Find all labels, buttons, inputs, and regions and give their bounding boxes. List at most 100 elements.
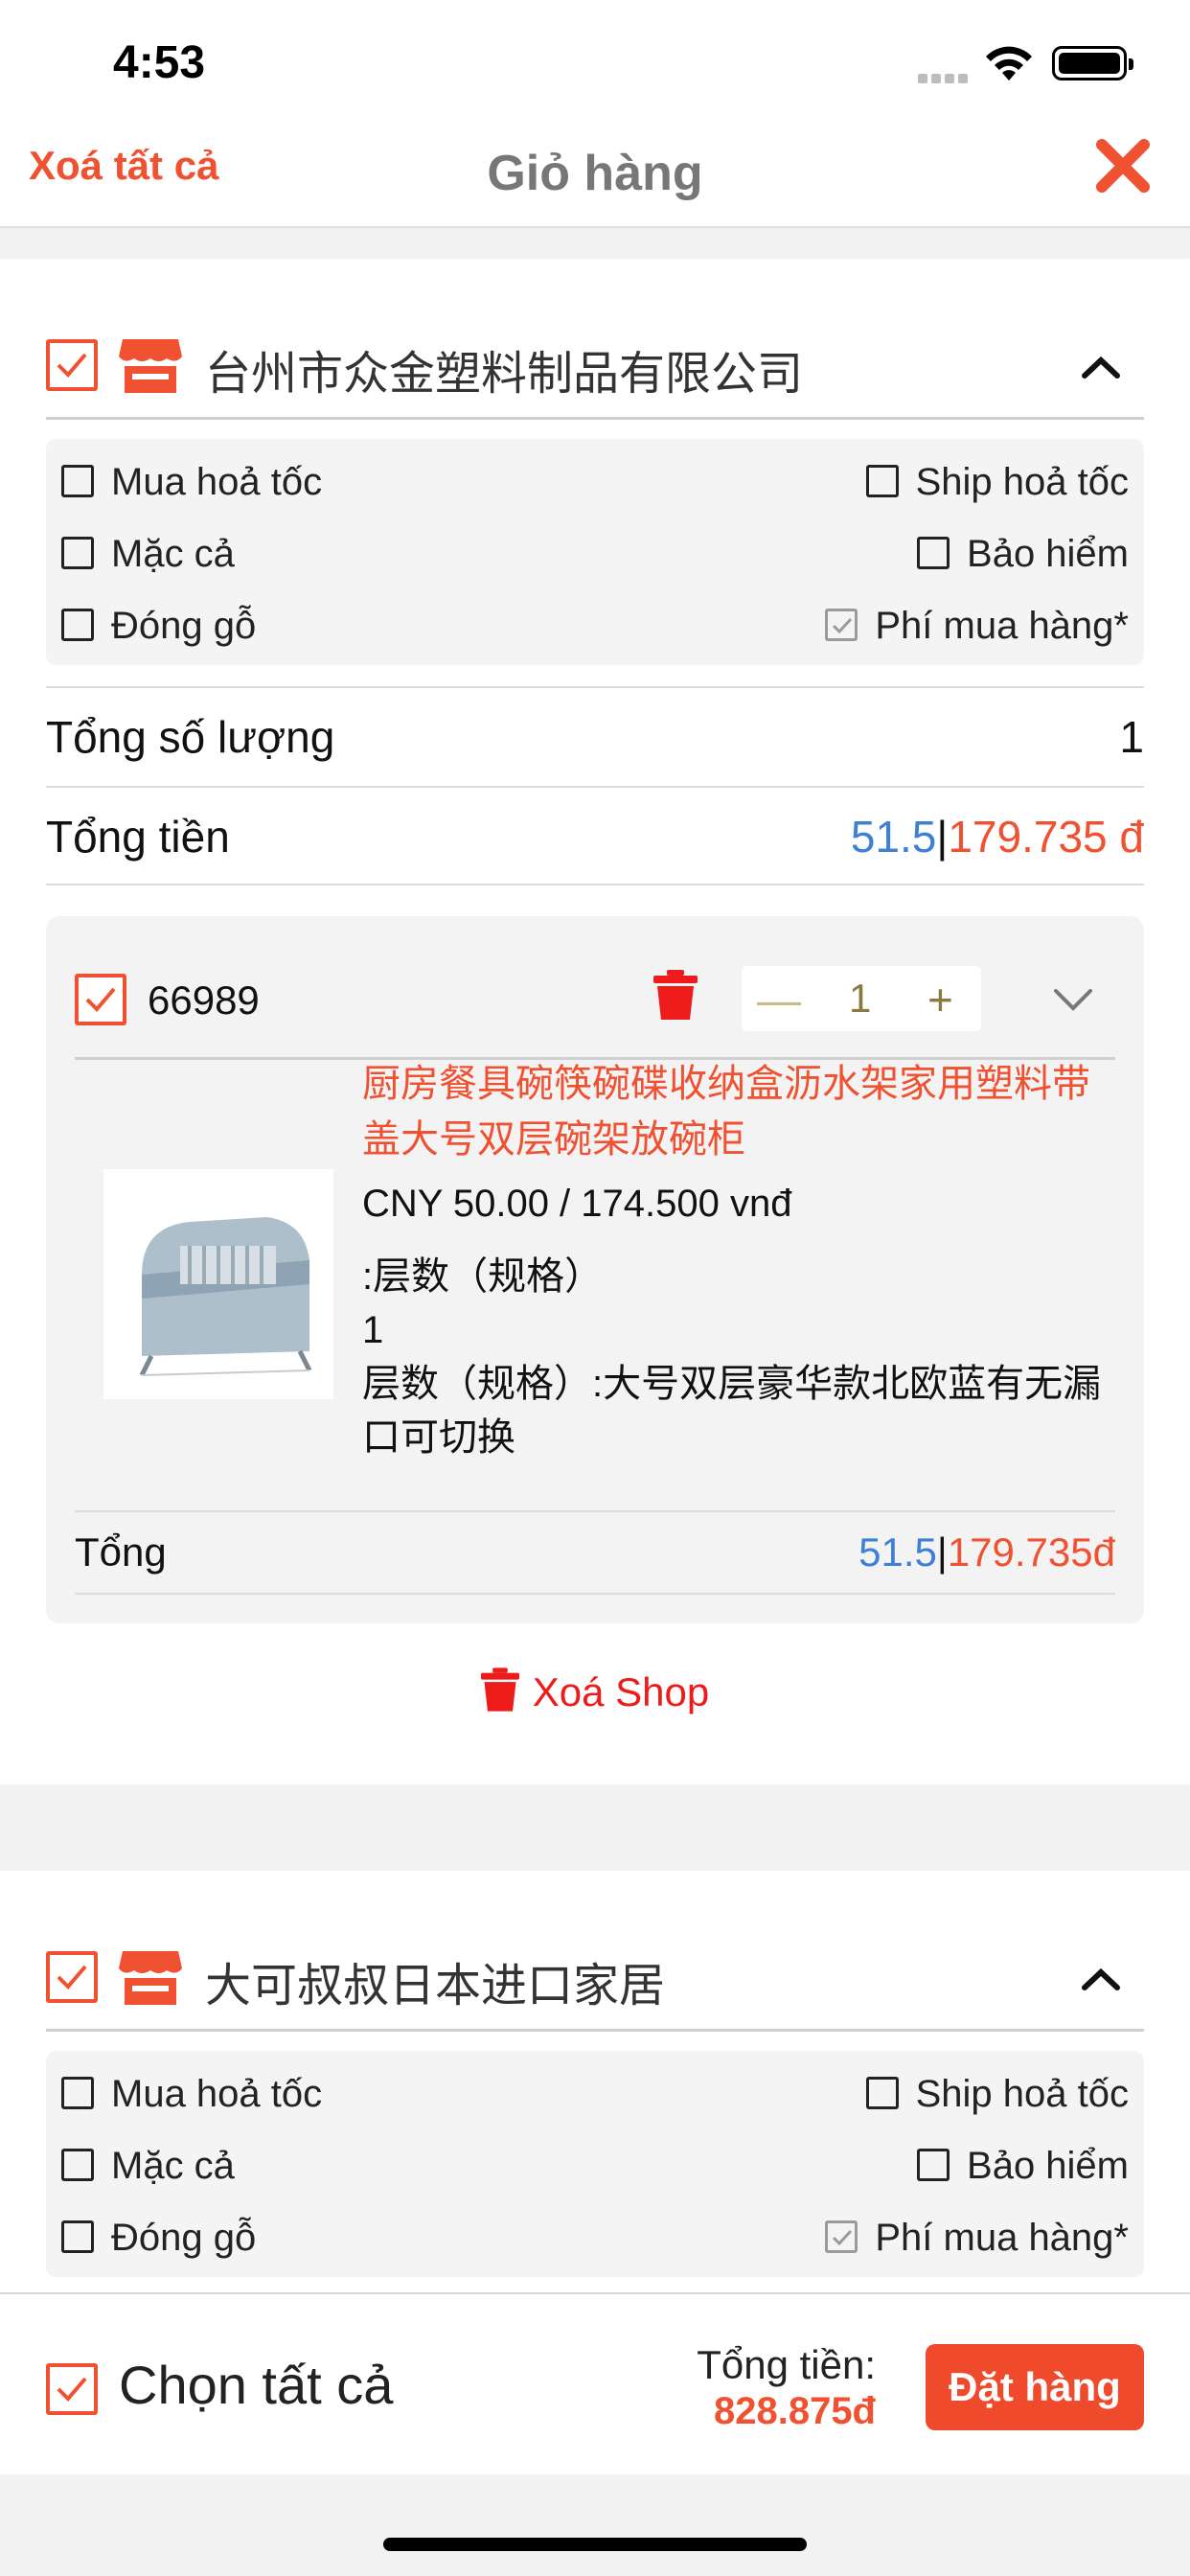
checkbox-icon[interactable]: [61, 2220, 94, 2254]
shop-checkbox[interactable]: [46, 339, 98, 391]
option-label: Phí mua hàng*: [875, 605, 1129, 647]
option-label: Mặc cả: [111, 2145, 235, 2187]
product-price: CNY 50.00 / 174.500 vnđ: [362, 1183, 792, 1225]
status-time: 4:53: [113, 37, 206, 88]
option-bargain[interactable]: Mặc cả: [61, 2142, 235, 2190]
delete-shop-label: Xoá Shop: [532, 1669, 710, 1714]
product-total-row: Tổng 51.5|179.735đ: [75, 1510, 1115, 1595]
option-purchase-fee[interactable]: Phí mua hàng*: [825, 602, 1129, 650]
option-label: Phí mua hàng*: [875, 2217, 1129, 2259]
option-insurance[interactable]: Bảo hiểm: [917, 2142, 1129, 2190]
quantity-value: 1: [849, 976, 872, 1021]
shop-checkbox[interactable]: [46, 1951, 98, 2003]
minus-icon[interactable]: —: [757, 974, 801, 1025]
option-label: Ship hoả tốc: [915, 2073, 1129, 2115]
product-attributes: :层数（规格） 1 层数（规格）:大号双层豪华款北欧蓝有无漏口可切换: [362, 1250, 1119, 1464]
option-insurance[interactable]: Bảo hiểm: [917, 530, 1129, 578]
store-icon: [119, 339, 182, 393]
select-all-checkbox[interactable]: [46, 2363, 98, 2415]
product-checkbox[interactable]: [75, 974, 126, 1025]
checkbox-icon[interactable]: [865, 465, 899, 498]
battery-icon: [1052, 46, 1133, 80]
product-total-label: Tổng: [75, 1530, 167, 1575]
product-total-cny: 51.5: [858, 1530, 937, 1575]
grand-total-value: 828.875đ: [713, 2390, 876, 2432]
total-vnd: 179.735 đ: [948, 812, 1144, 862]
chevron-up-icon[interactable]: [1079, 1965, 1123, 1993]
status-bar: 4:53: [0, 0, 1190, 120]
total-money-value: 51.5|179.735 đ: [851, 811, 1144, 862]
option-label: Mặc cả: [111, 533, 235, 575]
attr-line: 1: [362, 1309, 384, 1351]
shop-options: Mua hoả tốc Ship hoả tốc Mặc cả Bảo hiểm…: [46, 439, 1144, 665]
product-image[interactable]: [103, 1169, 333, 1399]
plus-icon[interactable]: +: [927, 974, 953, 1025]
product-header: 66989 — 1 +: [75, 916, 1115, 1060]
option-fast-ship[interactable]: Ship hoả tốc: [865, 2070, 1129, 2118]
shop-card: 大可叔叔日本进口家居 Mua hoả tốc Ship hoả tốc Mặc …: [0, 1871, 1190, 2292]
checkbox-icon[interactable]: [917, 2149, 950, 2182]
delete-shop-button[interactable]: Xoá Shop: [0, 1668, 1190, 1717]
home-area: [0, 2474, 1190, 2576]
product-card: 66989 — 1 + 厨房餐具碗筷碗碟收纳盒沥水架家用塑料带盖大号双层碗架放碗…: [46, 916, 1144, 1623]
store-icon: [119, 1951, 182, 2005]
grand-total-label: Tổng tiền:: [697, 2342, 876, 2387]
checkout-bar: Chọn tất cả Tổng tiền: 828.875đ Đặt hàng: [0, 2292, 1190, 2474]
option-fast-buy[interactable]: Mua hoả tốc: [61, 2070, 322, 2118]
separator: |: [936, 812, 949, 862]
chevron-down-icon[interactable]: [1052, 987, 1094, 1012]
option-label: Ship hoả tốc: [915, 461, 1129, 503]
shop-card: 台州市众金塑料制品有限公司 Mua hoả tốc Ship hoả tốc M…: [0, 259, 1190, 1784]
option-wood-pack[interactable]: Đóng gỗ: [61, 602, 256, 650]
dish-rack-image: [103, 1169, 333, 1399]
shop-header: 台州市众金塑料制品有限公司: [46, 328, 1144, 420]
chevron-up-icon[interactable]: [1079, 353, 1123, 381]
option-label: Đóng gỗ: [111, 2217, 257, 2259]
checked-checkbox-icon[interactable]: [825, 609, 858, 642]
home-indicator[interactable]: [383, 2538, 807, 2551]
product-total-vnd: 179.735đ: [947, 1530, 1115, 1575]
quantity-stepper[interactable]: — 1 +: [742, 966, 981, 1031]
shop-name: 大可叔叔日本进口家居: [205, 1961, 666, 2012]
option-label: Bảo hiểm: [967, 2145, 1129, 2187]
checkbox-icon[interactable]: [61, 537, 94, 570]
total-money-row: Tổng tiền 51.5|179.735 đ: [46, 786, 1144, 886]
trash-icon[interactable]: [653, 970, 698, 1020]
product-id: 66989: [148, 978, 260, 1023]
option-label: Mua hoả tốc: [111, 2073, 323, 2115]
option-bargain[interactable]: Mặc cả: [61, 530, 235, 578]
attr-line: 层数（规格）:大号双层豪华款北欧蓝有无漏口可切换: [362, 1363, 1102, 1459]
checkbox-icon[interactable]: [917, 537, 950, 570]
checkbox-icon[interactable]: [61, 2077, 94, 2110]
total-quantity-label: Tổng số lượng: [46, 712, 335, 762]
separator: |: [936, 1530, 948, 1575]
shop-options: Mua hoả tốc Ship hoả tốc Mặc cả Bảo hiểm…: [46, 2051, 1144, 2277]
page-title: Giỏ hàng: [487, 146, 703, 201]
checkbox-icon[interactable]: [61, 2149, 94, 2182]
option-label: Bảo hiểm: [967, 533, 1129, 575]
product-total-value: 51.5|179.735đ: [858, 1530, 1115, 1576]
option-purchase-fee[interactable]: Phí mua hàng*: [825, 2214, 1129, 2262]
total-quantity-row: Tổng số lượng 1: [46, 686, 1144, 786]
checkbox-icon[interactable]: [61, 609, 94, 642]
checkbox-icon[interactable]: [865, 2077, 899, 2110]
signal-icon: [918, 71, 973, 83]
checkbox-icon[interactable]: [61, 465, 94, 498]
product-name[interactable]: 厨房餐具碗筷碗碟收纳盒沥水架家用塑料带盖大号双层碗架放碗柜: [362, 1056, 1119, 1167]
total-money-label: Tổng tiền: [46, 812, 230, 862]
option-fast-ship[interactable]: Ship hoả tốc: [865, 458, 1129, 506]
option-label: Mua hoả tốc: [111, 461, 323, 503]
attr-line: :层数（规格）: [362, 1255, 604, 1298]
shop-header: 大可叔叔日本进口家居: [46, 1940, 1144, 2032]
close-icon[interactable]: [1092, 135, 1154, 196]
wifi-icon: [986, 46, 1032, 80]
place-order-button[interactable]: Đặt hàng: [926, 2344, 1144, 2430]
option-fast-buy[interactable]: Mua hoả tốc: [61, 458, 322, 506]
option-label: Đóng gỗ: [111, 605, 257, 647]
trash-icon: [480, 1668, 519, 1712]
shop-name: 台州市众金塑料制品有限公司: [205, 349, 804, 400]
checked-checkbox-icon[interactable]: [825, 2220, 858, 2254]
total-quantity-value: 1: [1119, 712, 1144, 762]
select-all-label[interactable]: Chọn tất cả: [119, 2354, 393, 2416]
option-wood-pack[interactable]: Đóng gỗ: [61, 2214, 256, 2262]
